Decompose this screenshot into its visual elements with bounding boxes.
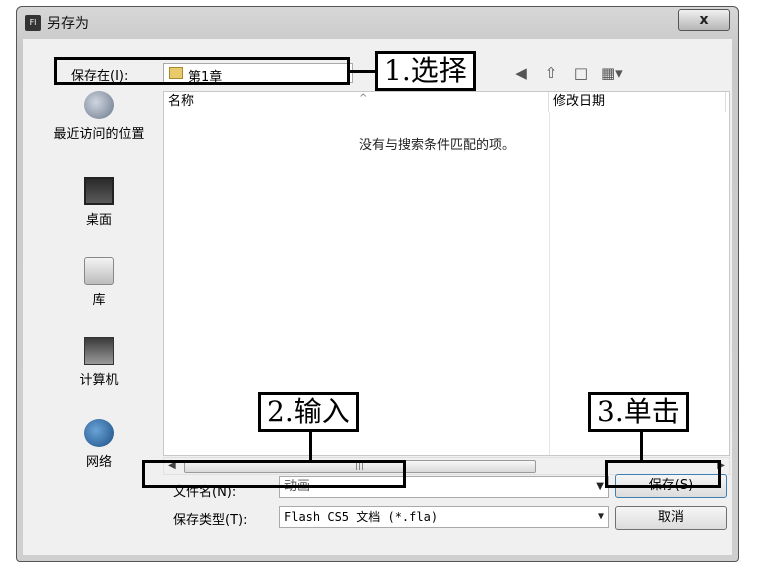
callout-line-step3: [640, 432, 643, 462]
column-name-label: 名称: [168, 94, 195, 109]
sidebar-item-label: 计算机: [79, 373, 119, 388]
title-bar[interactable]: Fl 另存为 x: [17, 7, 738, 37]
callout-step3: 3.单击: [588, 392, 689, 432]
sidebar-item-label: 桌面: [85, 213, 112, 228]
close-button[interactable]: x: [678, 9, 730, 31]
chevron-down-icon[interactable]: ▼: [598, 507, 604, 527]
up-folder-icon[interactable]: ⇧: [541, 64, 561, 82]
empty-results-message: 没有与搜索条件匹配的项。: [359, 138, 516, 153]
sidebar-item-computer[interactable]: 计算机: [37, 337, 161, 388]
new-folder-icon[interactable]: □: [571, 64, 591, 82]
view-menu-icon[interactable]: ▦▾: [601, 64, 623, 82]
column-header-date-modified[interactable]: 修改日期: [549, 92, 726, 112]
column-divider: [549, 112, 550, 455]
sidebar-item-libraries[interactable]: 库: [37, 257, 161, 308]
cancel-button[interactable]: 取消: [615, 506, 727, 530]
dialog-title: 另存为: [47, 16, 89, 32]
places-bar: 最近访问的位置 桌面 库 计算机 网络: [37, 91, 161, 516]
sort-ascending-icon: ^: [359, 93, 368, 104]
highlight-save-button: [605, 460, 721, 488]
computer-icon: [84, 337, 114, 365]
callout-step1: 1.选择: [375, 51, 476, 91]
desktop-icon: [84, 177, 114, 205]
chevron-down-icon[interactable]: ▼: [596, 477, 604, 497]
column-header-name[interactable]: 名称 ^: [164, 92, 549, 112]
sidebar-item-recent[interactable]: 最近访问的位置: [37, 91, 161, 142]
sidebar-item-desktop[interactable]: 桌面: [37, 177, 161, 228]
folder-nav-toolbar: ◀ ⇧ □ ▦▾: [511, 63, 623, 83]
filetype-value: Flash CS5 文档 (*.fla): [284, 510, 439, 524]
network-icon: [84, 419, 114, 447]
highlight-filename: [142, 460, 406, 488]
filetype-select[interactable]: Flash CS5 文档 (*.fla) ▼: [279, 506, 609, 528]
callout-line-step1: [349, 70, 376, 73]
callout-step2: 2.输入: [258, 392, 359, 432]
recent-places-icon: [84, 91, 114, 119]
sidebar-item-label: 最近访问的位置: [53, 127, 145, 142]
libraries-icon: [84, 257, 114, 285]
highlight-save-in: [54, 57, 350, 85]
callout-line-step2: [309, 432, 312, 462]
filetype-label: 保存类型(T):: [173, 513, 248, 528]
sidebar-item-label: 库: [92, 293, 106, 308]
sidebar-item-label: 网络: [85, 455, 112, 470]
flash-app-icon: Fl: [25, 15, 41, 31]
back-icon[interactable]: ◀: [511, 64, 531, 82]
